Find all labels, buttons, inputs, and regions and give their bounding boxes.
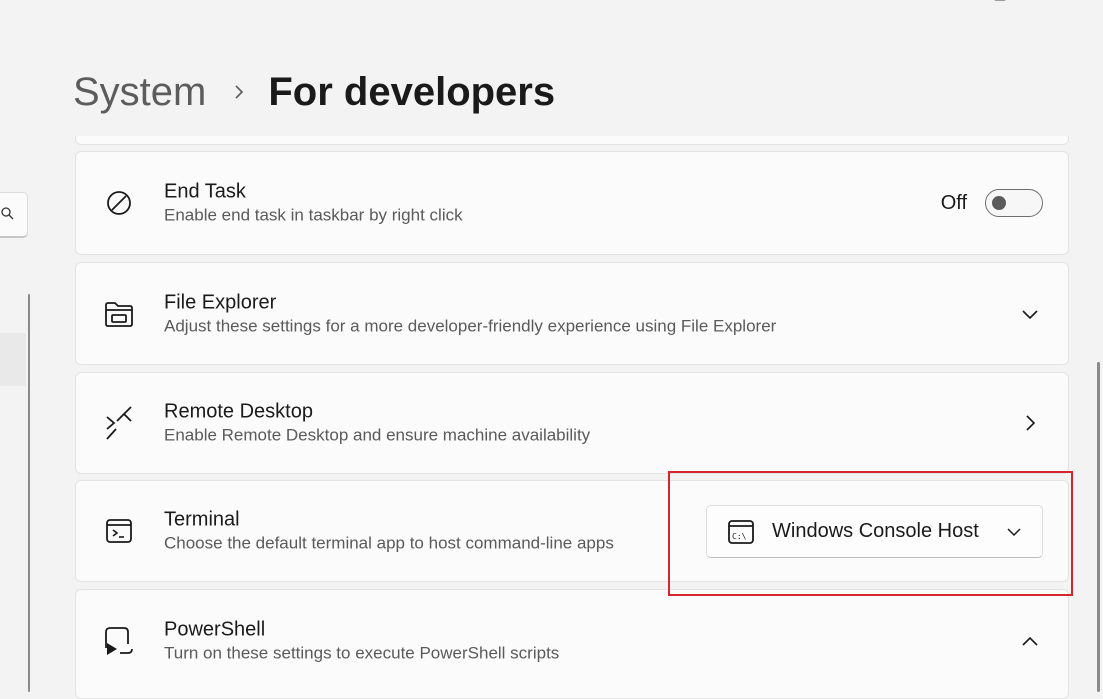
terminal-description: Choose the default terminal app to host … xyxy=(164,533,614,553)
page-title: For developers xyxy=(268,69,556,114)
sidebar-scrollbar[interactable] xyxy=(28,294,30,692)
folder-icon xyxy=(104,299,134,329)
remote-desktop-icon xyxy=(104,406,134,440)
remote-desktop-description: Enable Remote Desktop and ensure machine… xyxy=(164,425,591,445)
maximize-button[interactable] xyxy=(989,0,1011,6)
end-task-description: Enable end task in taskbar by right clic… xyxy=(164,205,463,225)
remote-desktop-title: Remote Desktop xyxy=(164,400,313,423)
powershell-card[interactable]: PowerShell Turn on these settings to exe… xyxy=(75,589,1069,699)
minimize-icon xyxy=(922,0,940,4)
breadcrumb-system-link[interactable]: System xyxy=(73,70,206,115)
close-button[interactable] xyxy=(1058,0,1080,6)
powershell-title: PowerShell xyxy=(164,618,266,641)
end-task-card[interactable]: End Task Enable end task in taskbar by r… xyxy=(75,151,1069,255)
file-explorer-card[interactable]: File Explorer Adjust these settings for … xyxy=(75,262,1069,365)
file-explorer-text: File Explorer Adjust these settings for … xyxy=(164,290,776,337)
file-explorer-description: Adjust these settings for a more develop… xyxy=(164,316,777,335)
chevron-right-icon[interactable] xyxy=(1020,413,1040,433)
console-host-icon: C:\ xyxy=(727,518,755,546)
minimize-button[interactable] xyxy=(920,0,942,6)
maximize-icon xyxy=(994,0,1006,1)
search-icon xyxy=(1,207,15,226)
chevron-right-icon xyxy=(232,82,246,102)
chevron-down-icon[interactable] xyxy=(1020,304,1040,324)
breadcrumb: System For developers xyxy=(73,64,555,120)
chevron-down-icon xyxy=(1006,527,1022,537)
terminal-card[interactable]: Terminal Choose the default terminal app… xyxy=(75,480,1069,582)
content-scrollbar[interactable] xyxy=(1097,362,1100,692)
search-box[interactable] xyxy=(0,192,28,238)
end-task-title: End Task xyxy=(164,180,246,203)
end-task-toggle-label: Off xyxy=(940,191,967,214)
terminal-title: Terminal xyxy=(164,508,240,531)
end-task-text: End Task Enable end task in taskbar by r… xyxy=(164,180,463,227)
remote-desktop-card[interactable]: Remote Desktop Enable Remote Desktop and… xyxy=(75,372,1069,474)
close-icon xyxy=(1060,0,1078,4)
powershell-icon xyxy=(104,626,134,656)
toggle-knob xyxy=(992,196,1006,210)
end-task-toggle-group: Off xyxy=(941,189,1043,217)
dropdown-selected-value: Windows Console Host xyxy=(772,520,979,542)
terminal-text: Terminal Choose the default terminal app… xyxy=(164,508,614,555)
prohibit-icon xyxy=(104,188,134,218)
chevron-up-icon[interactable] xyxy=(1020,631,1040,651)
terminal-app-dropdown[interactable]: C:\ Windows Console Host xyxy=(706,505,1043,558)
file-explorer-title: File Explorer xyxy=(164,291,277,313)
powershell-text: PowerShell Turn on these settings to exe… xyxy=(164,618,559,665)
end-task-toggle[interactable] xyxy=(985,189,1043,217)
sidebar-selected-item[interactable] xyxy=(0,333,26,386)
svg-text:C:\: C:\ xyxy=(732,532,747,541)
terminal-icon xyxy=(104,516,134,546)
powershell-description: Turn on these settings to execute PowerS… xyxy=(164,643,560,663)
remote-desktop-text: Remote Desktop Enable Remote Desktop and… xyxy=(164,400,590,447)
